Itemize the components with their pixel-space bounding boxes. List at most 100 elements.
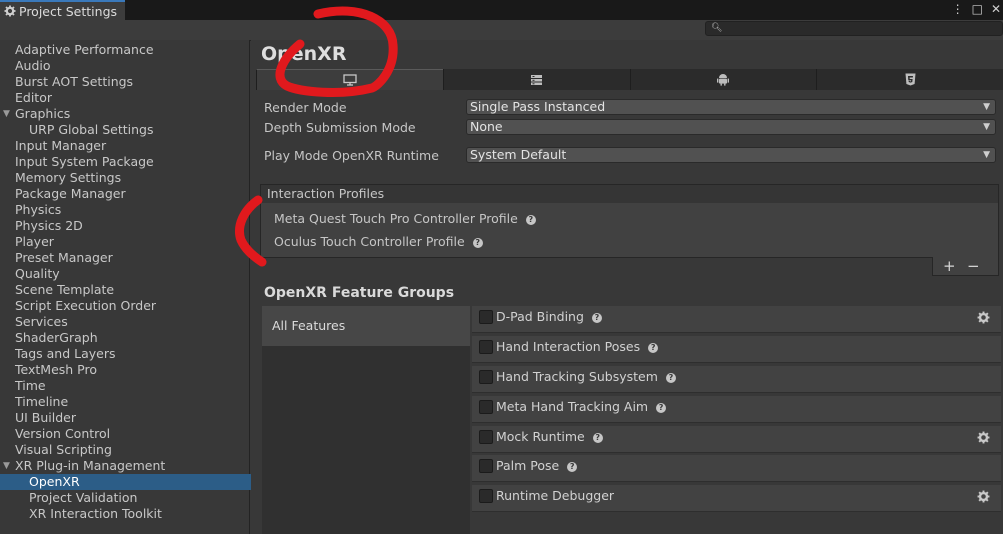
feature-checkbox[interactable]: [479, 310, 493, 324]
tab-webgl[interactable]: [816, 69, 1003, 90]
tab-android[interactable]: [629, 69, 817, 90]
feature-row-dpad-binding: D-Pad Binding?: [472, 306, 1001, 333]
feature-checkbox[interactable]: [479, 340, 493, 354]
help-icon[interactable]: ?: [656, 403, 667, 413]
help-icon[interactable]: ?: [648, 343, 659, 353]
sidebar-item-visual-scripting[interactable]: Visual Scripting: [0, 442, 264, 458]
maximize-icon[interactable]: □: [972, 2, 983, 16]
profile-label: Meta Quest Touch Pro Controller Profile: [274, 211, 518, 226]
sidebar-item-xr-interaction-toolkit[interactable]: XR Interaction Toolkit: [0, 506, 278, 522]
list-item[interactable]: Meta Quest Touch Pro Controller Profile?: [274, 211, 536, 226]
feature-checkbox[interactable]: [479, 430, 493, 444]
settings-sidebar: Adaptive Performance Audio Burst AOT Set…: [0, 40, 278, 534]
depth-submission-mode-label: Depth Submission Mode: [264, 120, 416, 135]
help-icon[interactable]: ?: [592, 433, 603, 443]
expand-arrow-icon[interactable]: ▼: [3, 458, 10, 474]
dropdown-arrow-icon: ▼: [983, 122, 990, 132]
sidebar-item-tags-and-layers[interactable]: Tags and Layers: [0, 346, 264, 362]
sidebar-item-textmesh-pro[interactable]: TextMesh Pro: [0, 362, 264, 378]
feature-label: Hand Interaction Poses: [496, 339, 641, 354]
play-mode-runtime-dropdown[interactable]: System Default ▼: [466, 147, 996, 163]
search-input[interactable]: 🔍︎: [705, 21, 1003, 36]
feature-row-meta-hand-tracking-aim: Meta Hand Tracking Aim?: [472, 396, 1001, 423]
feature-row-hand-interaction-poses: Hand Interaction Poses?: [472, 336, 1001, 363]
sidebar-item-scene-template[interactable]: Scene Template: [0, 282, 264, 298]
sidebar-item-ui-builder[interactable]: UI Builder: [0, 410, 264, 426]
add-profile-button[interactable]: +: [943, 257, 956, 275]
settings-panel: OpenXR Render Mode Single Pass Instanced…: [251, 40, 1003, 534]
sidebar-item-memory-settings[interactable]: Memory Settings: [0, 170, 264, 186]
feature-row-runtime-debugger: Runtime Debugger: [472, 485, 1001, 512]
close-icon[interactable]: ✕: [991, 2, 1001, 16]
tab-desktop[interactable]: [256, 69, 443, 90]
sidebar-item-services[interactable]: Services: [0, 314, 264, 330]
sidebar-item-script-execution-order[interactable]: Script Execution Order: [0, 298, 264, 314]
gear-icon[interactable]: [977, 431, 990, 447]
help-icon[interactable]: ?: [525, 215, 536, 225]
feature-groups-list: All Features: [262, 306, 470, 534]
tab-dedicated-server[interactable]: [442, 69, 630, 90]
sidebar-item-quality[interactable]: Quality: [0, 266, 264, 282]
help-icon[interactable]: ?: [665, 373, 676, 383]
feature-checkbox[interactable]: [479, 459, 493, 473]
dropdown-arrow-icon: ▼: [983, 150, 990, 160]
list-footer: + −: [932, 257, 999, 276]
interaction-profiles-header: Interaction Profiles: [260, 184, 999, 204]
title-bar: Project Settings ⋮ □ ✕: [0, 0, 1003, 20]
dropdown-arrow-icon: ▼: [983, 102, 990, 112]
sidebar-item-label: XR Plug-in Management: [15, 458, 166, 473]
sidebar-item-input-manager[interactable]: Input Manager: [0, 138, 264, 154]
feature-checkbox[interactable]: [479, 370, 493, 384]
window-tab-title: Project Settings: [19, 3, 118, 19]
sidebar-item-shadergraph[interactable]: ShaderGraph: [0, 330, 264, 346]
interaction-profiles-list: Meta Quest Touch Pro Controller Profile?…: [260, 203, 999, 258]
help-icon[interactable]: ?: [472, 238, 483, 248]
feature-row-mock-runtime: Mock Runtime?: [472, 426, 1001, 453]
feature-checkbox[interactable]: [479, 489, 493, 503]
expand-arrow-icon[interactable]: ▼: [3, 106, 10, 122]
feature-row-palm-pose: Palm Pose?: [472, 455, 1001, 482]
feature-checkbox[interactable]: [479, 400, 493, 414]
sidebar-item-urp-global-settings[interactable]: URP Global Settings: [0, 122, 278, 138]
gear-icon: [4, 5, 16, 17]
server-icon: [531, 74, 543, 85]
feature-label: Mock Runtime: [496, 429, 585, 444]
dropdown-value: None: [470, 119, 503, 134]
feature-label: Runtime Debugger: [496, 488, 615, 503]
remove-profile-button[interactable]: −: [967, 257, 980, 275]
sidebar-item-input-system-package[interactable]: Input System Package: [0, 154, 264, 170]
sidebar-item-audio[interactable]: Audio: [0, 58, 264, 74]
sidebar-item-xr-plugin-management[interactable]: ▼ XR Plug-in Management: [0, 458, 264, 474]
sidebar-item-openxr[interactable]: OpenXR: [0, 474, 278, 490]
sidebar-item-editor[interactable]: Editor: [0, 90, 264, 106]
window-tab[interactable]: Project Settings: [0, 0, 125, 20]
list-item[interactable]: Oculus Touch Controller Profile?: [274, 234, 483, 249]
feature-label: Palm Pose: [496, 458, 560, 473]
sidebar-item-player[interactable]: Player: [0, 234, 264, 250]
webgl-icon: [905, 73, 916, 86]
page-title: OpenXR: [261, 43, 347, 65]
sidebar-item-adaptive-performance[interactable]: Adaptive Performance: [0, 42, 264, 58]
sidebar-item-timeline[interactable]: Timeline: [0, 394, 264, 410]
search-icon: 🔍︎: [711, 23, 723, 33]
render-mode-dropdown[interactable]: Single Pass Instanced ▼: [466, 99, 996, 115]
sidebar-item-burst-aot-settings[interactable]: Burst AOT Settings: [0, 74, 264, 90]
sidebar-item-project-validation[interactable]: Project Validation: [0, 490, 278, 506]
help-icon[interactable]: ?: [567, 462, 578, 472]
gear-icon[interactable]: [977, 311, 990, 327]
sidebar-item-version-control[interactable]: Version Control: [0, 426, 264, 442]
help-icon[interactable]: ?: [591, 313, 602, 323]
android-icon: [717, 74, 730, 86]
sidebar-item-time[interactable]: Time: [0, 378, 264, 394]
sidebar-item-physics[interactable]: Physics: [0, 202, 264, 218]
sidebar-item-preset-manager[interactable]: Preset Manager: [0, 250, 264, 266]
sidebar-item-package-manager[interactable]: Package Manager: [0, 186, 264, 202]
feature-group-all-features[interactable]: All Features: [262, 306, 470, 346]
platform-tabs: [256, 69, 1003, 90]
desktop-icon: [343, 74, 357, 86]
gear-icon[interactable]: [977, 490, 990, 506]
sidebar-item-physics-2d[interactable]: Physics 2D: [0, 218, 264, 234]
more-menu-icon[interactable]: ⋮: [952, 2, 964, 16]
sidebar-item-graphics[interactable]: ▼ Graphics: [0, 106, 264, 122]
depth-submission-mode-dropdown[interactable]: None ▼: [466, 119, 996, 135]
